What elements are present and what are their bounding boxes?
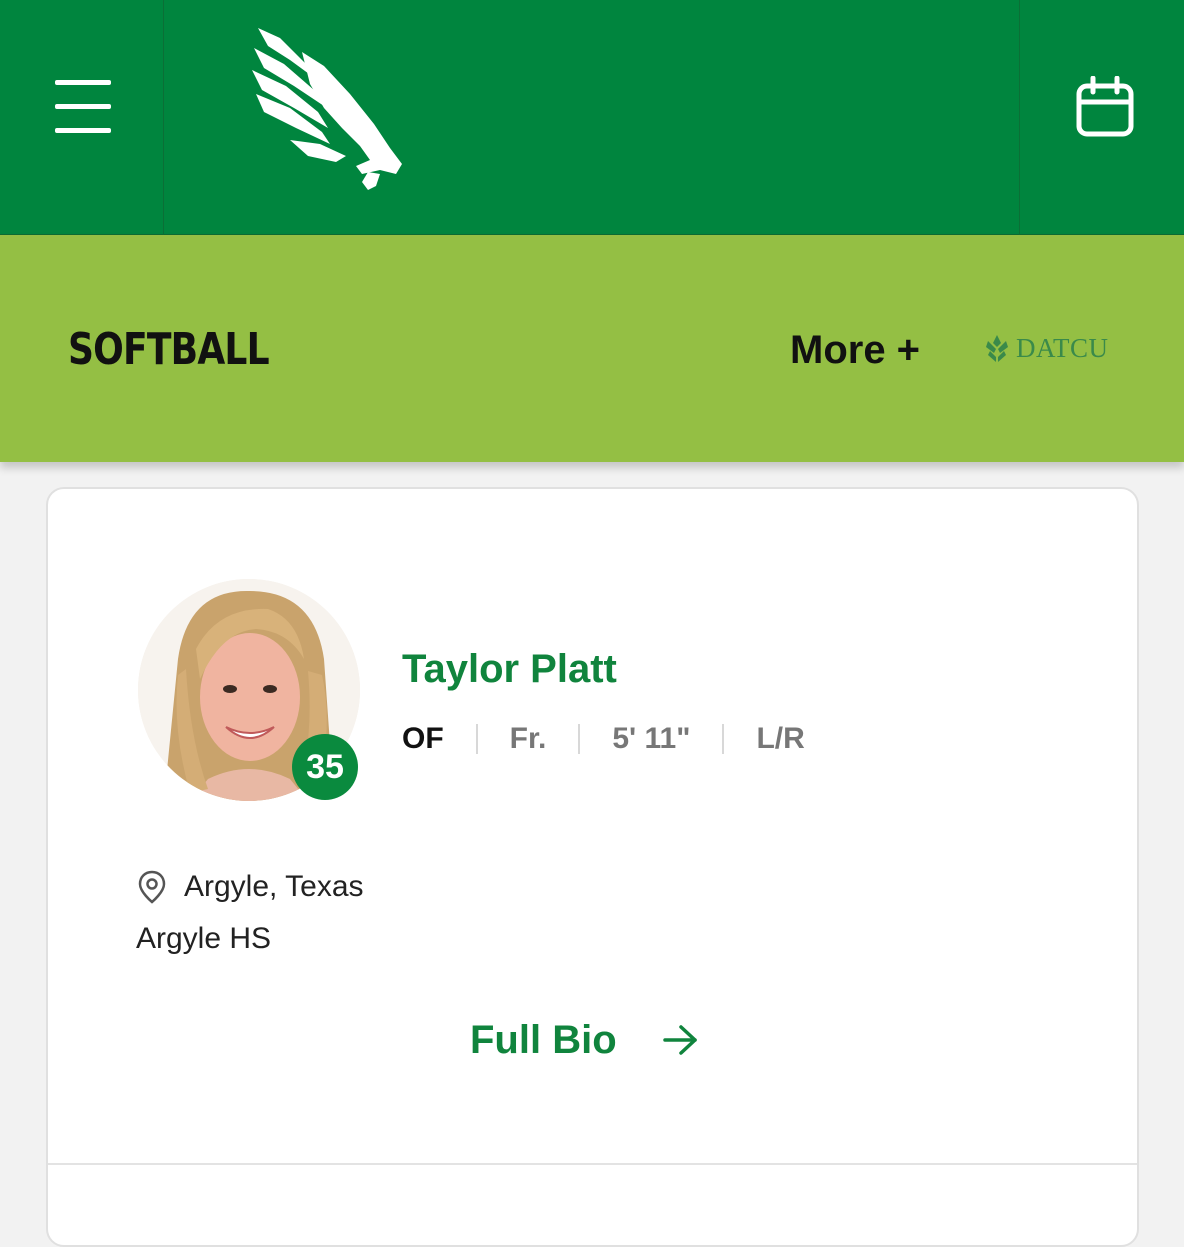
meta-divider [578,724,581,754]
sponsor-name: DATCU [1016,332,1109,363]
player-meta: OF Fr. 5' 11" L/R [402,719,805,759]
hamburger-menu-icon [55,80,111,136]
location-pin-icon [138,870,166,904]
player-class: Fr. [509,722,547,755]
meta-divider [475,724,478,754]
menu-button[interactable] [0,0,164,235]
sport-nav-bar: SOFTBALL More + DATCU [0,235,1184,462]
top-header [0,0,1184,235]
sponsor-logo[interactable]: DATCU [984,330,1109,366]
player-hometown: Argyle, Texas [136,867,364,907]
full-bio-link[interactable]: Full Bio [470,1015,701,1065]
jersey-number-badge: 35 [292,734,358,800]
eagle-logo-icon[interactable] [250,24,420,194]
player-height: 5' 11" [612,722,691,755]
calendar-icon [1076,76,1134,137]
meta-divider [722,724,725,754]
player-bats-throws: L/R [756,722,805,755]
player-name[interactable]: Taylor Platt [402,645,617,693]
arrow-right-icon [662,1025,697,1055]
sport-title[interactable]: SOFTBALL [68,320,270,380]
player-position: OF [402,722,444,755]
full-bio-label: Full Bio [470,1018,617,1062]
hometown-text: Argyle, Texas [184,870,364,903]
player-card: 35 Taylor Platt OF Fr. 5' 11" L/R Argyle… [46,487,1139,1247]
player-high-school: Argyle HS [136,922,272,955]
card-divider [48,1163,1137,1165]
calendar-button[interactable] [1019,0,1184,235]
leaf-icon [986,335,1008,362]
more-menu-button[interactable]: More + [790,325,920,375]
